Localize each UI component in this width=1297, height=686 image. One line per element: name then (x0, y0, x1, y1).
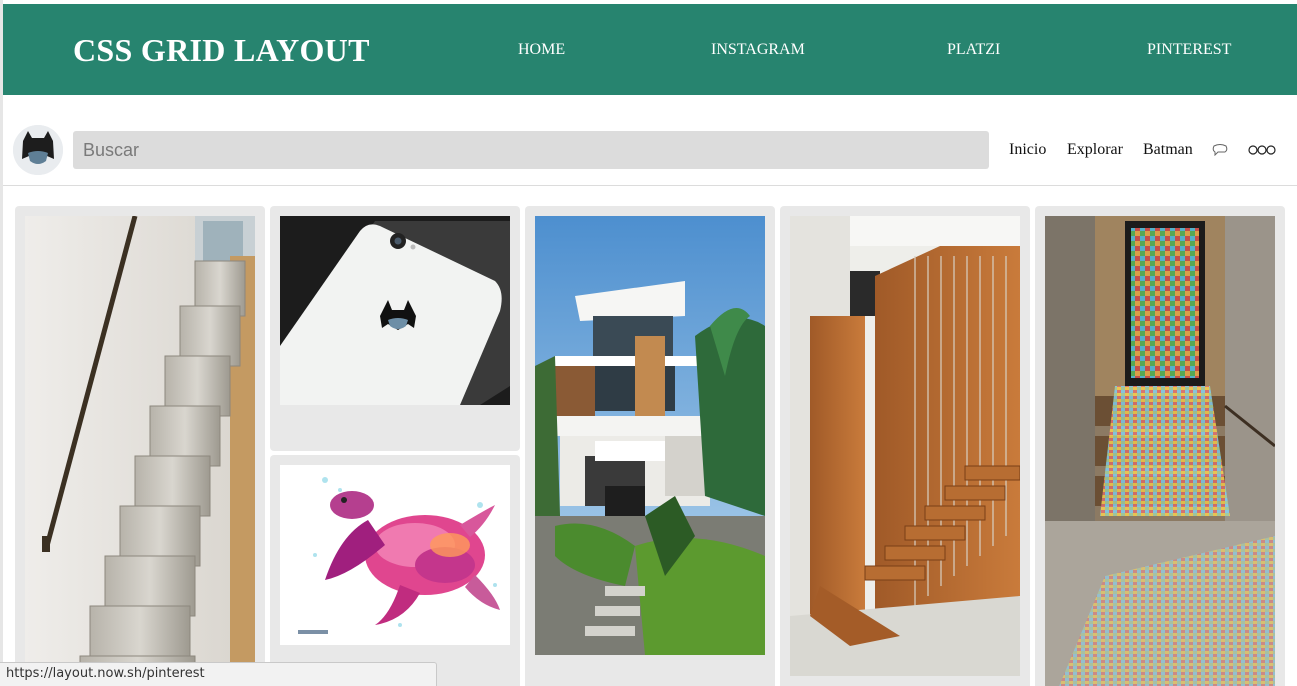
pin-card-house[interactable] (525, 206, 775, 686)
search-input[interactable] (73, 131, 989, 169)
window-left-edge (0, 0, 3, 686)
chat-icon[interactable] (1212, 143, 1228, 161)
nav-link-pinterest[interactable]: PINTEREST (1147, 41, 1231, 59)
link-inicio[interactable]: Inicio (1009, 141, 1046, 159)
modern-house-photo (535, 216, 765, 655)
pin-card-turtle[interactable] (270, 455, 520, 686)
status-bar-url: https://layout.now.sh/pinterest (0, 662, 437, 686)
batman-avatar-icon (13, 125, 63, 175)
stained-glass-stairs-photo (1045, 216, 1275, 686)
more-icon[interactable] (1248, 143, 1278, 161)
iphone-batman-logo-photo (280, 216, 510, 405)
pin-card-iphone[interactable] (270, 206, 520, 451)
pin-card-stairs[interactable] (15, 206, 265, 686)
nav-link-platzi[interactable]: PLATZI (947, 41, 1000, 59)
stairs-handrail-photo (25, 216, 255, 686)
nav-link-instagram[interactable]: INSTAGRAM (711, 41, 805, 59)
wooden-staircase-photo (790, 216, 1020, 676)
pin-card-wooden-stairs[interactable] (780, 206, 1030, 686)
site-title: CSS GRID LAYOUT (73, 32, 370, 68)
nav-link-home[interactable]: HOME (518, 41, 565, 59)
avatar[interactable] (13, 125, 63, 175)
pinterest-toolbar: Inicio Explorar Batman (3, 95, 1297, 186)
link-explorar[interactable]: Explorar (1067, 141, 1123, 159)
turtle-watercolor-image (280, 465, 510, 645)
site-header: CSS GRID LAYOUT HOME INSTAGRAM PLATZI PI… (3, 4, 1297, 95)
pin-grid (3, 186, 1297, 686)
pin-card-stained-glass[interactable] (1035, 206, 1285, 686)
link-batman[interactable]: Batman (1143, 141, 1193, 159)
